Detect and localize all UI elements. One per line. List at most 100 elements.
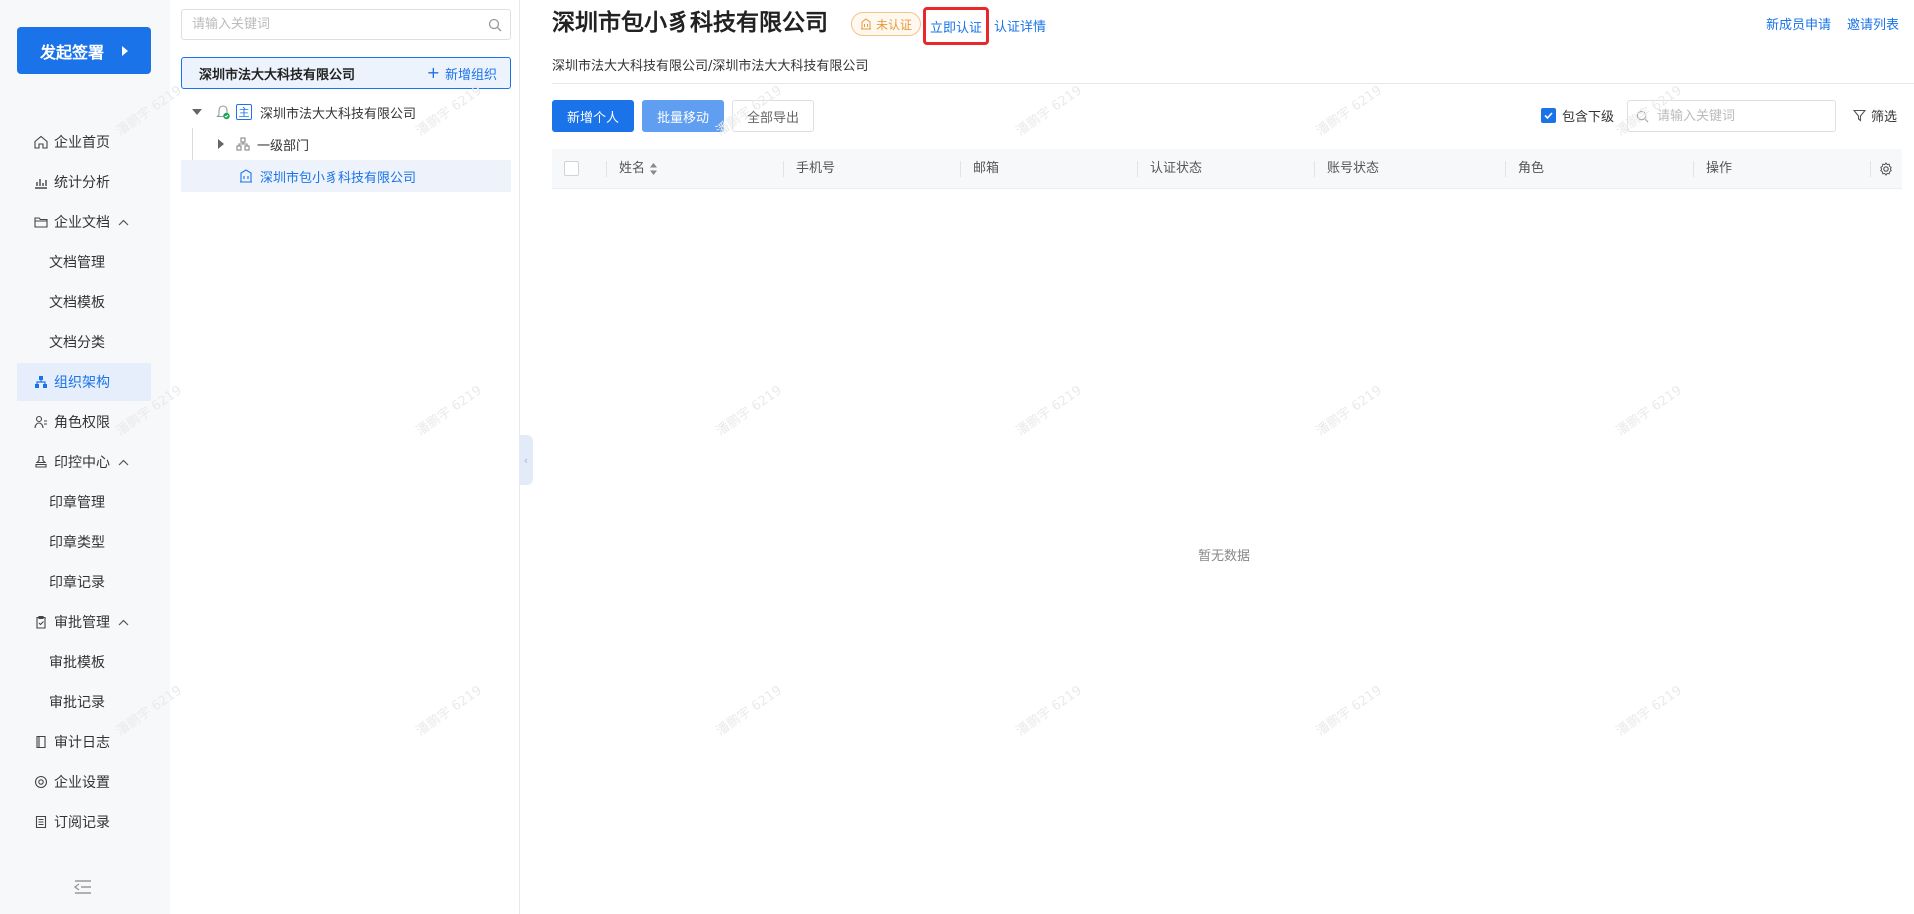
home-icon [34, 135, 48, 149]
tree-node-dept[interactable]: 一级部门 [181, 128, 511, 160]
sidebar-item-13[interactable]: 审批模板 [17, 643, 151, 681]
tree-node-selected[interactable]: 深圳市包小豸科技有限公司 [181, 160, 511, 192]
filter-icon [1853, 109, 1866, 122]
sidebar-item-label: 文档管理 [49, 255, 105, 271]
sidebar-item-label: 企业文档 [54, 215, 110, 231]
member-search-box[interactable] [1627, 100, 1836, 132]
stamp-icon [35, 455, 47, 468]
org-tree-panel: 深圳市法大大科技有限公司 + 新增组织 主 深圳市法大大科技有限公司 一级部门 … [170, 0, 520, 914]
column-header-email: 邮箱 [973, 161, 1000, 176]
sidebar-item-7[interactable]: 角色权限 [17, 403, 151, 441]
include-sub-label: 包含下级 [1562, 110, 1615, 125]
left-nav: 发起签署 企业首页统计分析企业文档文档管理文档模板文档分类组织架构 角色权限印控中… [0, 0, 170, 914]
sidebar-item-14[interactable]: 审批记录 [17, 683, 151, 721]
sidebar-item-label: 审批模板 [49, 655, 105, 671]
page-title: 深圳市包小豸科技有限公司 [552, 10, 828, 36]
add-person-button[interactable]: 新增个人 [552, 100, 634, 132]
sidebar-item-17[interactable]: 订阅记录 [17, 803, 151, 841]
sidebar-item-label: 审批管理 [54, 615, 110, 631]
main-org-badge: 主 [236, 104, 252, 120]
add-org-label: 新增组织 [444, 67, 497, 83]
invite-list-link[interactable]: 邀请列表 [1847, 14, 1899, 33]
select-all-checkbox[interactable] [564, 161, 579, 176]
new-member-apply-link[interactable]: 新成员申请 [1766, 14, 1831, 33]
watermark-text: 潘鹏宇 6219 [713, 683, 785, 740]
member-search-input[interactable] [1655, 107, 1825, 125]
sort-icon[interactable] [649, 162, 658, 176]
column-header-account-status: 账号状态 [1327, 161, 1380, 176]
sidebar-item-16[interactable]: 企业设置 [17, 763, 151, 801]
add-org-button[interactable]: + 新增组织 [427, 64, 497, 83]
chevron-up-icon [118, 619, 129, 625]
settings-icon [34, 775, 48, 789]
sidebar-item-label: 订阅记录 [54, 815, 110, 831]
batch-move-button[interactable]: 批量移动 [642, 100, 724, 132]
start-signing-label: 发起签署 [39, 42, 104, 62]
collapse-menu-icon[interactable] [74, 880, 92, 894]
sidebar-item-label: 文档分类 [49, 335, 105, 351]
sidebar-item-3[interactable]: 文档管理 [17, 243, 151, 281]
tree-node-label: 深圳市法大大科技有限公司 [260, 106, 417, 122]
watermark-text: 潘鹏宇 6219 [1013, 83, 1085, 140]
sidebar-item-label: 统计分析 [54, 175, 110, 191]
sidebar-item-4[interactable]: 文档模板 [17, 283, 151, 321]
watermark-text: 潘鹏宇 6219 [1313, 683, 1385, 740]
sidebar-item-11[interactable]: 印章记录 [17, 563, 151, 601]
expand-caret-icon[interactable] [192, 109, 202, 115]
user-role-icon [34, 415, 47, 429]
cert-status-badge: 未认证 [851, 12, 922, 36]
start-signing-button[interactable]: 发起签署 [17, 27, 151, 74]
sidebar-item-label: 企业设置 [54, 775, 110, 791]
column-header-name[interactable]: 姓名 [619, 149, 658, 189]
org-chart-icon [35, 376, 47, 388]
cert-status-label: 未认证 [876, 17, 913, 32]
sidebar-item-label: 审计日志 [54, 735, 110, 751]
include-sub-checkbox[interactable]: 包含下级 [1541, 106, 1614, 125]
plus-icon: + [426, 63, 440, 82]
filter-button[interactable]: 筛选 [1853, 106, 1897, 125]
column-divider [1314, 161, 1315, 177]
watermark-text: 潘鹏宇 6219 [1013, 683, 1085, 740]
tree-search-box[interactable] [181, 9, 511, 40]
sidebar-item-label: 印章类型 [49, 535, 105, 551]
export-all-button[interactable]: 全部导出 [732, 100, 814, 132]
sidebar-item-1[interactable]: 统计分析 [17, 163, 151, 201]
watermark-text: 潘鹏宇 6219 [1613, 383, 1685, 440]
column-settings-gear-icon[interactable] [1879, 162, 1893, 176]
sidebar-item-5[interactable]: 文档分类 [17, 323, 151, 361]
sidebar-item-2[interactable]: 企业文档 [17, 203, 151, 241]
watermark-text: 潘鹏宇 6219 [1313, 383, 1385, 440]
search-icon [1636, 110, 1649, 122]
department-icon [236, 137, 250, 151]
folder-icon [34, 217, 48, 228]
sidebar-item-0[interactable]: 企业首页 [17, 123, 151, 161]
search-icon[interactable] [488, 18, 502, 32]
column-divider [783, 161, 784, 177]
sidebar-item-8[interactable]: 印控中心 [17, 443, 151, 481]
expand-caret-icon[interactable] [218, 139, 224, 149]
panel-collapse-handle[interactable]: ‹ [519, 435, 533, 485]
sidebar-item-label: 印控中心 [54, 455, 110, 471]
empty-state-text: 暂无数据 [1198, 549, 1251, 564]
sidebar-item-label: 企业首页 [54, 135, 110, 151]
sidebar-item-15[interactable]: 审计日志 [17, 723, 151, 761]
column-divider [1505, 161, 1506, 177]
sidebar-item-9[interactable]: 印章管理 [17, 483, 151, 521]
watermark-text: 潘鹏宇 6219 [1613, 683, 1685, 740]
chevron-up-icon [118, 459, 129, 465]
tree-node-root[interactable]: 主 深圳市法大大科技有限公司 [181, 96, 511, 128]
sidebar-item-6[interactable]: 组织架构 [17, 363, 151, 401]
list-doc-icon [35, 815, 47, 829]
certify-now-link[interactable]: 立即认证 [923, 7, 989, 45]
checkbox-checked-icon [1541, 108, 1556, 123]
org-name: 深圳市法大大科技有限公司 [199, 67, 356, 83]
column-header-role: 角色 [1518, 161, 1545, 176]
watermark-text: 潘鹏宇 6219 [713, 383, 785, 440]
tree-search-input[interactable] [190, 16, 470, 33]
clipboard-icon [36, 615, 46, 629]
cert-detail-link[interactable]: 认证详情 [994, 16, 1046, 35]
sidebar-item-12[interactable]: 审批管理 [17, 603, 151, 641]
org-header: 深圳市法大大科技有限公司 + 新增组织 [181, 57, 511, 89]
sidebar-item-10[interactable]: 印章类型 [17, 523, 151, 561]
column-header-actions: 操作 [1706, 161, 1733, 176]
